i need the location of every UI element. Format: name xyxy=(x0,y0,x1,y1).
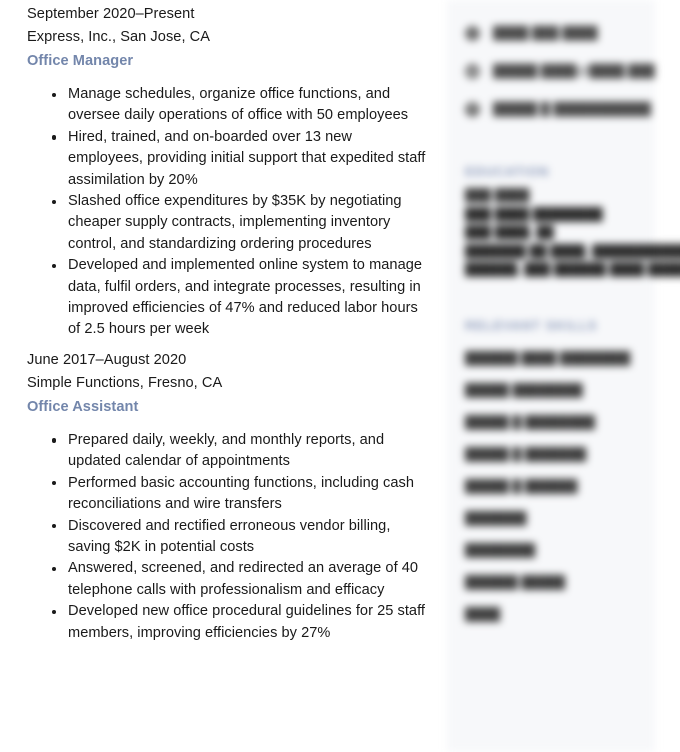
sidebar-column: ████ ███ ████ █████ ████@████.███ █████ … xyxy=(447,0,680,752)
education-degree: ███████ ██ ████, ████████████ xyxy=(465,243,680,258)
main-content-column: September 2020–Present Express, Inc., Sa… xyxy=(0,0,446,752)
resume-page: September 2020–Present Express, Inc., Sa… xyxy=(0,0,680,752)
section-heading-skills: RELEVANT SKILLS xyxy=(465,319,598,333)
section-heading-education: EDUCATION xyxy=(465,165,550,179)
sidebar-inner: ████ ███ ████ █████ ████@████.███ █████ … xyxy=(447,0,680,752)
education-block: ███ ████ ███ ████ ████████ ███ ████, ██ … xyxy=(465,186,680,279)
contact-info-list: ████ ███ ████ █████ ████@████.███ █████ … xyxy=(447,14,655,128)
map-pin-icon xyxy=(465,101,480,117)
job-bullet: Prepared daily, weekly, and monthly repo… xyxy=(27,430,428,473)
job-bullet: Hired, trained, and on-boarded over 13 n… xyxy=(27,127,428,191)
job-bullet: Manage schedules, organize office functi… xyxy=(27,84,428,127)
contact-phone-text: ████ ███ ████ xyxy=(493,25,598,40)
skill-item: █████ ████████ xyxy=(465,383,583,397)
education-school: ███ ████ ████████ xyxy=(465,206,603,221)
education-minor: ██████, ███ ██████ ████ █████ xyxy=(465,262,680,277)
experience-entry: June 2017–August 2020 Simple Functions, … xyxy=(0,341,446,644)
job-bullet-list: Prepared daily, weekly, and monthly repo… xyxy=(27,430,428,644)
skill-item: ██████ ████ ████████ xyxy=(465,351,631,365)
job-bullet: Developed new office procedural guidelin… xyxy=(27,601,428,644)
contact-row-address: █████ █ ███████████ xyxy=(447,90,655,128)
job-bullet: Answered, screened, and redirected an av… xyxy=(27,558,428,601)
skill-item: █████ █ ████████ xyxy=(465,415,596,429)
job-company: Express, Inc., San Jose, CA xyxy=(27,29,211,45)
education-date: ███ ████ xyxy=(465,188,530,202)
job-bullet-list: Manage schedules, organize office functi… xyxy=(27,84,428,341)
contact-row-phone: ████ ███ ████ xyxy=(447,14,655,52)
contact-row-email: █████ ████@████.███ xyxy=(447,52,655,90)
skill-item: █████ █ ██████ xyxy=(465,479,578,493)
skill-item: ██████ █████ xyxy=(465,575,566,589)
skills-list: ██████ ████ ████████ █████ ████████ ████… xyxy=(465,351,650,639)
education-location: ███ ████, ██ xyxy=(465,225,554,240)
skill-item: ████ xyxy=(465,607,501,621)
mail-icon xyxy=(465,63,480,79)
job-bullet: Discovered and rectified erroneous vendo… xyxy=(27,516,428,559)
skill-item: █████ █ ███████ xyxy=(465,447,587,461)
skill-item: ███████ xyxy=(465,511,527,525)
job-company: Simple Functions, Fresno, CA xyxy=(27,374,223,391)
job-title: Office Manager xyxy=(27,53,134,69)
job-bullet: Developed and implemented online system … xyxy=(27,255,428,341)
job-bullet: Performed basic accounting functions, in… xyxy=(27,473,428,516)
job-dates: September 2020–Present xyxy=(27,6,195,22)
skill-item: ████████ xyxy=(465,543,536,557)
phone-icon xyxy=(465,25,480,41)
job-dates: June 2017–August 2020 xyxy=(27,351,187,368)
job-bullet: Slashed office expenditures by $35K by n… xyxy=(27,191,428,255)
job-title: Office Assistant xyxy=(27,398,139,415)
experience-entry: September 2020–Present Express, Inc., Sa… xyxy=(0,0,446,341)
contact-email-text: █████ ████@████.███ xyxy=(493,63,655,78)
contact-address-text: █████ █ ███████████ xyxy=(493,101,652,116)
